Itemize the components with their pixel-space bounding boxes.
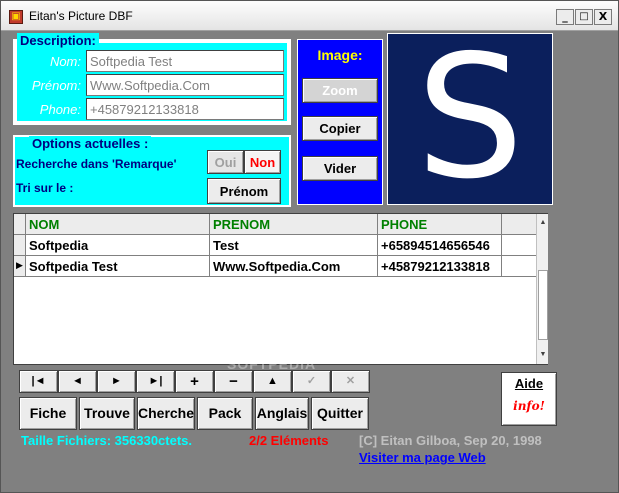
- column-header-nom[interactable]: NOM: [26, 214, 210, 234]
- info-button[interactable]: info!: [502, 399, 556, 413]
- column-header-prenom[interactable]: PRENOM: [210, 214, 378, 234]
- cell-phone[interactable]: +65894514656546: [378, 235, 502, 255]
- cell-nom[interactable]: Softpedia Test: [26, 256, 210, 276]
- cell-phone[interactable]: +45879212133818: [378, 256, 502, 276]
- next-record-button[interactable]: ►: [97, 370, 136, 393]
- prenom-label: Prénom:: [31, 78, 81, 93]
- minimize-button[interactable]: _: [556, 9, 574, 25]
- quitter-button[interactable]: Quitter: [311, 397, 369, 430]
- pack-button[interactable]: Pack: [197, 397, 253, 430]
- aide-button[interactable]: Aide: [502, 376, 556, 391]
- copyright-text: [C] Eitan Gilboa, Sep 20, 1998: [359, 433, 542, 448]
- nom-field[interactable]: [86, 50, 284, 72]
- cell-nom[interactable]: Softpedia: [26, 235, 210, 255]
- help-box[interactable]: Aide info!: [501, 372, 557, 426]
- table-row-current[interactable]: ▶ Softpedia Test Www.Softpedia.Com +4587…: [14, 256, 536, 277]
- image-title: Image:: [317, 47, 363, 63]
- description-legend: Description:: [17, 33, 99, 48]
- table-row[interactable]: Softpedia Test +65894514656546: [14, 235, 536, 256]
- records-grid[interactable]: NOM PRENOM PHONE Softpedia Test +6589451…: [13, 213, 548, 365]
- grid-vertical-scrollbar[interactable]: ▲ ▼: [536, 214, 548, 364]
- scroll-down-arrow-icon[interactable]: ▼: [537, 348, 549, 362]
- non-button[interactable]: Non: [244, 150, 281, 174]
- column-header-phone[interactable]: PHONE: [378, 214, 502, 234]
- prenom-field[interactable]: [86, 74, 284, 96]
- anglais-button[interactable]: Anglais: [255, 397, 309, 430]
- first-record-button[interactable]: |◄: [19, 370, 58, 393]
- delete-record-button[interactable]: −: [214, 370, 253, 393]
- image-panel: Image: Zoom Copier Vider: [297, 39, 383, 205]
- sort-prenom-button[interactable]: Prénom: [207, 178, 281, 204]
- nom-label: Nom:: [49, 54, 81, 69]
- fiche-button[interactable]: Fiche: [19, 397, 77, 430]
- current-row-arrow-icon: ▶: [14, 256, 26, 276]
- zoom-button[interactable]: Zoom: [302, 78, 378, 103]
- trouve-button[interactable]: Trouve: [79, 397, 135, 430]
- scroll-thumb[interactable]: [538, 270, 548, 340]
- app-window: ▣ Eitan's Picture DBF _ □ X Description:…: [0, 0, 619, 493]
- oui-button[interactable]: Oui: [207, 150, 244, 174]
- grid-header: NOM PRENOM PHONE: [14, 214, 536, 235]
- vider-button[interactable]: Vider: [302, 156, 378, 181]
- phone-label: Phone:: [39, 102, 81, 117]
- options-legend: Options actuelles :: [29, 136, 152, 151]
- cell-prenom[interactable]: Test: [210, 235, 378, 255]
- cancel-record-button[interactable]: ✕: [331, 370, 370, 393]
- prior-record-button[interactable]: ◄: [58, 370, 97, 393]
- elements-count-status: 2/2 Eléments: [249, 433, 329, 448]
- app-icon[interactable]: ▣: [9, 10, 23, 24]
- sort-label: Tri sur le :: [16, 181, 74, 195]
- scroll-up-arrow-icon[interactable]: ▲: [537, 216, 549, 230]
- image-preview: S: [387, 33, 553, 205]
- row-indicator: [14, 235, 26, 255]
- phone-field[interactable]: [86, 98, 284, 120]
- post-record-button[interactable]: ✓: [292, 370, 331, 393]
- maximize-button[interactable]: □: [575, 9, 593, 25]
- preview-image-letter: S: [416, 33, 524, 205]
- softpedia-watermark: SOFTPEDIA: [227, 356, 317, 372]
- cell-prenom[interactable]: Www.Softpedia.Com: [210, 256, 378, 276]
- window-title: Eitan's Picture DBF: [29, 9, 133, 23]
- file-size-status: Taille Fichiers: 356330ctets.: [21, 433, 193, 448]
- title-bar[interactable]: ▣ Eitan's Picture DBF _ □ X: [1, 1, 618, 31]
- homepage-link[interactable]: Visiter ma page Web: [359, 450, 486, 465]
- close-button[interactable]: X: [594, 9, 612, 25]
- edit-record-button[interactable]: ▲: [253, 370, 292, 393]
- insert-record-button[interactable]: +: [175, 370, 214, 393]
- cherche-button[interactable]: Cherche: [137, 397, 195, 430]
- last-record-button[interactable]: ►|: [136, 370, 175, 393]
- copier-button[interactable]: Copier: [302, 116, 378, 141]
- search-remarque-label: Recherche dans 'Remarque': [16, 157, 177, 171]
- header-indicator: [14, 214, 26, 234]
